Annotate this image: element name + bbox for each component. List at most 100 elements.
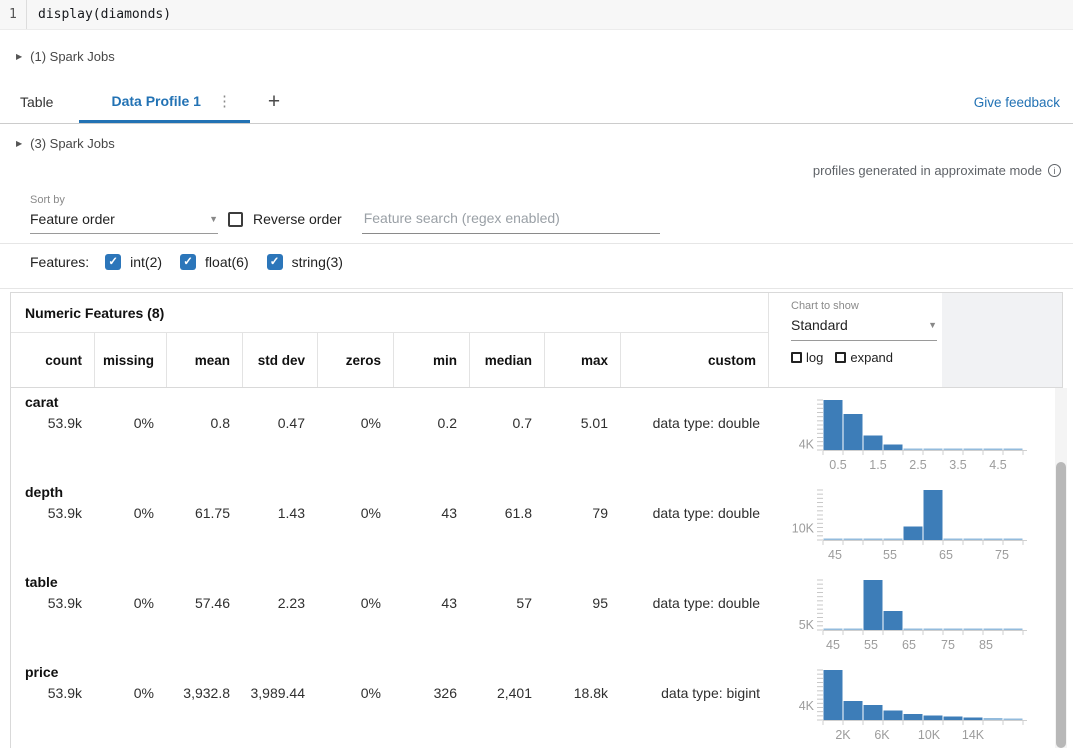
- svg-text:45: 45: [828, 548, 842, 562]
- stat-cell-mean: 3,932.8: [166, 685, 242, 701]
- spark-jobs-inner-toggle[interactable]: ▶ (3) Spark Jobs: [0, 133, 1073, 153]
- stat-cell-std dev: 1.43: [242, 505, 317, 521]
- reverse-order-label: Reverse order: [253, 211, 342, 227]
- give-feedback-link[interactable]: Give feedback: [974, 81, 1060, 123]
- sort-by-select[interactable]: Sort by Feature order ▼: [30, 194, 218, 234]
- result-tab-bar: Table Data Profile 1 ⋮ + Give feedback: [0, 81, 1073, 124]
- chart-cell: 4K0.51.52.53.54.5: [768, 388, 1062, 478]
- log-checkbox[interactable]: [791, 352, 802, 363]
- code-cell[interactable]: 1 display(diamonds): [0, 0, 1073, 30]
- svg-text:3.5: 3.5: [949, 458, 966, 472]
- svg-text:6K: 6K: [874, 728, 890, 742]
- svg-text:4K: 4K: [799, 699, 815, 713]
- stat-cell-zeros: 0%: [317, 505, 393, 521]
- add-tab-button[interactable]: +: [250, 81, 298, 123]
- feature-name: price: [11, 664, 768, 684]
- feature-name: table: [11, 574, 768, 594]
- stat-cell-zeros: 0%: [317, 415, 393, 431]
- tab-data-profile-label: Data Profile 1: [111, 93, 200, 109]
- string-checkbox[interactable]: ✓: [267, 254, 283, 270]
- stat-cell-max: 79: [544, 505, 620, 521]
- col-header-zeros: zeros: [317, 333, 393, 387]
- stat-cell-std dev: 2.23: [242, 595, 317, 611]
- svg-text:5K: 5K: [799, 618, 815, 632]
- filter-int[interactable]: ✓ int(2): [105, 254, 162, 270]
- col-header-stddev: std dev: [242, 333, 317, 387]
- svg-text:0.5: 0.5: [829, 458, 846, 472]
- svg-text:4.5: 4.5: [989, 458, 1006, 472]
- stat-cell-missing: 0%: [94, 685, 166, 701]
- code-text[interactable]: display(diamonds): [27, 0, 171, 29]
- svg-text:55: 55: [883, 548, 897, 562]
- histogram-depth: 10K45556575: [781, 482, 1051, 562]
- svg-text:55: 55: [864, 638, 878, 652]
- stat-cell-min: 0.2: [393, 415, 469, 431]
- kebab-menu-icon[interactable]: ⋮: [217, 92, 232, 110]
- stat-cell-missing: 0%: [94, 415, 166, 431]
- stat-cell-max: 5.01: [544, 415, 620, 431]
- filter-string[interactable]: ✓ string(3): [267, 254, 343, 270]
- svg-text:65: 65: [902, 638, 916, 652]
- profile-table-body: carat53.9k0%0.80.470%0.20.75.01data type…: [11, 388, 1062, 748]
- spark-jobs-outer-label: (1) Spark Jobs: [30, 49, 115, 64]
- stat-cell-count: 53.9k: [11, 595, 94, 611]
- stat-cell-custom: data type: double: [620, 505, 768, 521]
- svg-text:75: 75: [941, 638, 955, 652]
- reverse-order-checkbox[interactable]: [228, 212, 243, 227]
- stat-cell-custom: data type: double: [620, 415, 768, 431]
- spark-jobs-outer-toggle[interactable]: ▶ (1) Spark Jobs: [0, 46, 1073, 66]
- approx-mode-note: profiles generated in approximate mode i: [0, 160, 1073, 180]
- tab-data-profile[interactable]: Data Profile 1 ⋮: [79, 81, 249, 123]
- expand-toggle[interactable]: expand: [835, 350, 893, 365]
- stat-cell-count: 53.9k: [11, 505, 94, 521]
- vertical-scrollbar[interactable]: [1055, 388, 1067, 748]
- chart-header-cell: Chart to show Standard ▼ log expand: [768, 293, 1062, 387]
- log-toggle[interactable]: log: [791, 350, 823, 365]
- column-header-row: count missing mean std dev zeros min med…: [11, 333, 768, 387]
- info-icon[interactable]: i: [1048, 164, 1061, 177]
- chart-type-select[interactable]: Standard ▼: [791, 317, 937, 341]
- col-header-max: max: [544, 333, 620, 387]
- filter-float[interactable]: ✓ float(6): [180, 254, 249, 270]
- feature-row-carat: carat53.9k0%0.80.470%0.20.75.01data type…: [11, 388, 1062, 478]
- tab-table[interactable]: Table: [0, 81, 79, 123]
- svg-text:14K: 14K: [962, 728, 985, 742]
- svg-text:2.5: 2.5: [909, 458, 926, 472]
- line-number: 1: [0, 0, 27, 29]
- features-filter-row: Features: ✓ int(2) ✓ float(6) ✓ string(3…: [0, 244, 1073, 279]
- feature-row-depth: depth53.9k0%61.751.430%4361.879data type…: [11, 478, 1062, 568]
- stat-cell-median: 2,401: [469, 685, 544, 701]
- stat-cell-count: 53.9k: [11, 685, 94, 701]
- svg-text:45: 45: [826, 638, 840, 652]
- int-checkbox[interactable]: ✓: [105, 254, 121, 270]
- col-header-mean: mean: [166, 333, 242, 387]
- histogram-carat: 4K0.51.52.53.54.5: [781, 392, 1051, 472]
- stat-cell-missing: 0%: [94, 595, 166, 611]
- stat-cell-zeros: 0%: [317, 595, 393, 611]
- chevron-down-icon: ▼: [928, 320, 937, 330]
- col-header-median: median: [469, 333, 544, 387]
- stat-cell-std dev: 3,989.44: [242, 685, 317, 701]
- svg-text:75: 75: [995, 548, 1009, 562]
- stat-cell-min: 326: [393, 685, 469, 701]
- scrollbar-thumb[interactable]: [1056, 462, 1066, 748]
- stat-cell-median: 57: [469, 595, 544, 611]
- sort-by-label: Sort by: [30, 194, 218, 206]
- divider: [0, 288, 1073, 289]
- stat-cell-median: 0.7: [469, 415, 544, 431]
- feature-name: carat: [11, 394, 768, 414]
- expand-checkbox[interactable]: [835, 352, 846, 363]
- chevron-down-icon: ▼: [209, 214, 218, 224]
- stat-cell-missing: 0%: [94, 505, 166, 521]
- feature-search-input[interactable]: [362, 210, 660, 234]
- chart-cell: 4K2K6K10K14K: [768, 658, 1062, 748]
- svg-text:4K: 4K: [799, 438, 815, 452]
- histogram-price: 4K2K6K10K14K: [781, 662, 1051, 742]
- float-checkbox[interactable]: ✓: [180, 254, 196, 270]
- sort-by-value: Feature order: [30, 211, 115, 227]
- feature-row-table: table53.9k0%57.462.230%435795data type: …: [11, 568, 1062, 658]
- collapse-triangle-icon: ▶: [16, 52, 22, 61]
- stat-cell-median: 61.8: [469, 505, 544, 521]
- table-title: Numeric Features (8): [11, 293, 768, 333]
- features-label: Features:: [30, 254, 89, 270]
